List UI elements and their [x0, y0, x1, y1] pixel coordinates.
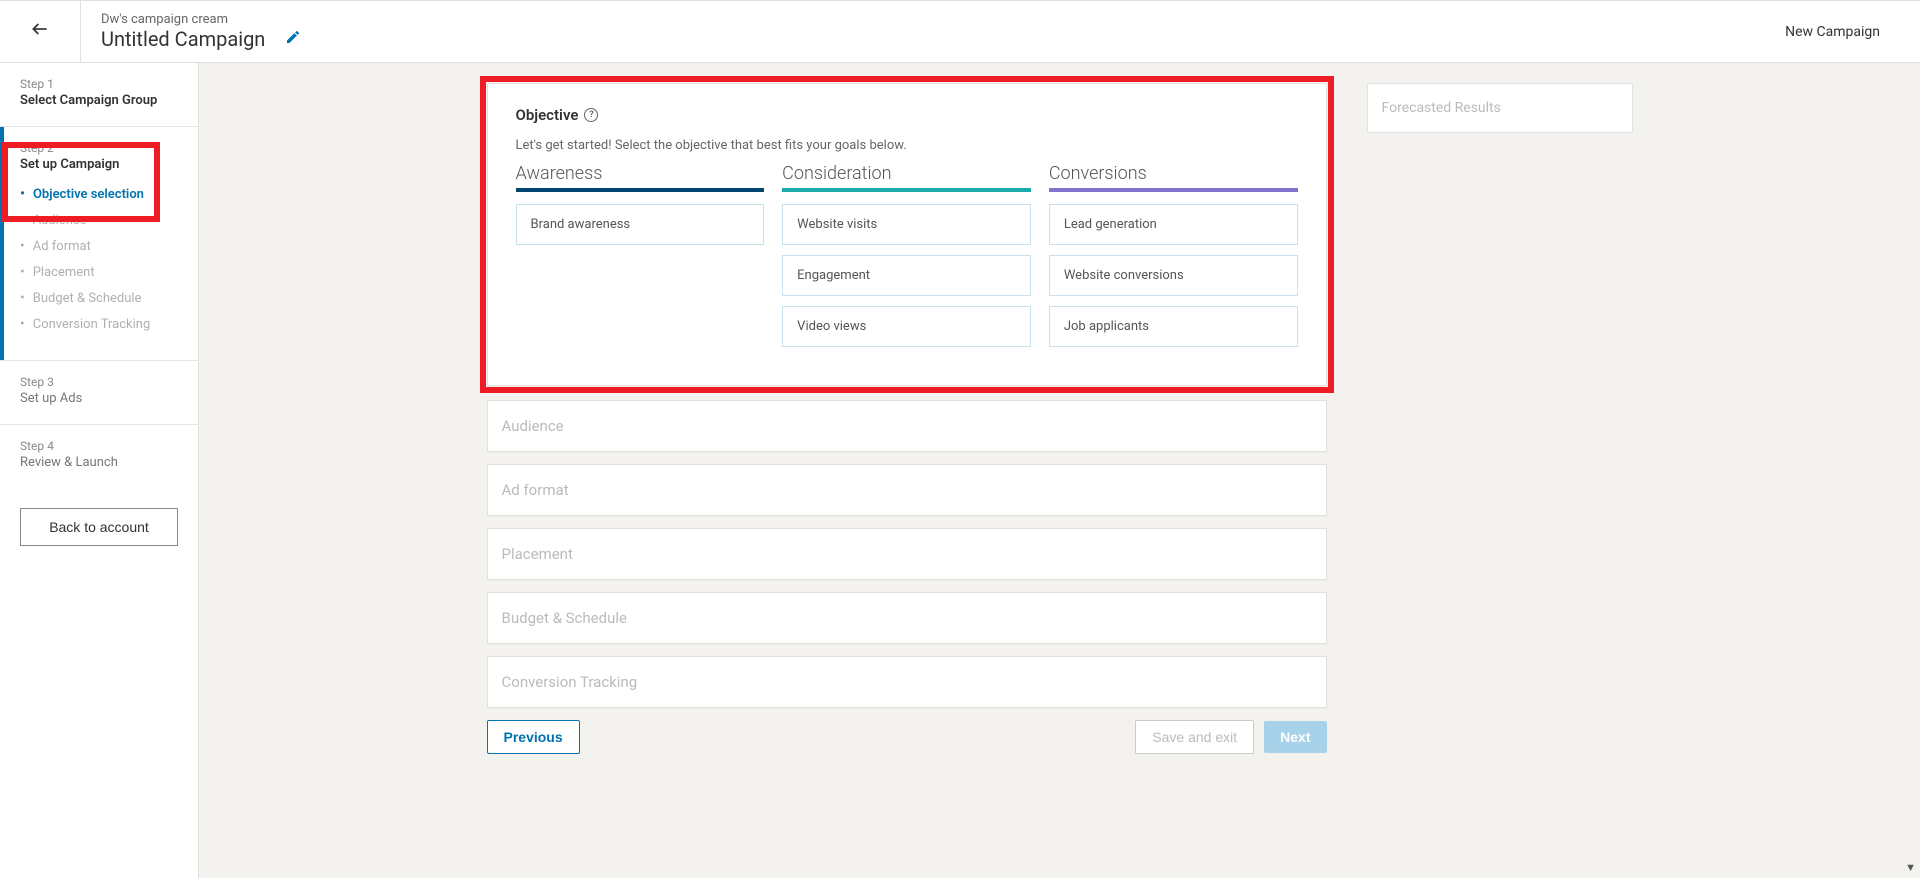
- sidebar-step-2[interactable]: Step 2 Set up Campaign Objective selecti…: [0, 127, 198, 361]
- conversions-column: Conversions Lead generation Website conv…: [1049, 163, 1298, 357]
- next-button[interactable]: Next: [1264, 721, 1326, 753]
- back-to-account-button[interactable]: Back to account: [20, 508, 178, 546]
- awareness-title: Awareness: [516, 163, 765, 184]
- awareness-bar: [516, 188, 765, 192]
- substep-conversion-tracking[interactable]: Conversion Tracking: [20, 316, 178, 332]
- step-title: Set up Campaign: [20, 157, 178, 172]
- objective-card: Objective ? Let's get started! Select th…: [487, 83, 1327, 386]
- option-job-applicants[interactable]: Job applicants: [1049, 306, 1298, 347]
- option-engagement[interactable]: Engagement: [782, 255, 1031, 296]
- ad-format-section[interactable]: Ad format: [487, 464, 1327, 516]
- scroll-down-caret-icon[interactable]: ▼: [1905, 861, 1916, 874]
- forecast-title: Forecasted Results: [1382, 100, 1501, 116]
- sidebar-step-4[interactable]: Step 4 Review & Launch: [0, 425, 198, 488]
- campaign-name: Untitled Campaign: [101, 27, 265, 51]
- forecasted-results-card[interactable]: Forecasted Results: [1367, 83, 1633, 133]
- option-website-visits[interactable]: Website visits: [782, 204, 1031, 245]
- bottom-actions: Previous Save and exit Next: [487, 720, 1327, 754]
- sidebar-step-3[interactable]: Step 3 Set up Ads: [0, 361, 198, 425]
- new-campaign-label: New Campaign: [1785, 24, 1880, 40]
- top-bar: Dw's campaign cream Untitled Campaign Ne…: [0, 0, 1920, 63]
- budget-schedule-section[interactable]: Budget & Schedule: [487, 592, 1327, 644]
- step-number: Step 2: [20, 141, 178, 155]
- substep-ad-format[interactable]: Ad format: [20, 238, 178, 254]
- substep-audience[interactable]: Audience: [20, 212, 178, 228]
- substep-objective-selection[interactable]: Objective selection: [20, 186, 178, 202]
- objective-subtitle: Let's get started! Select the objective …: [516, 138, 1298, 153]
- conversions-bar: [1049, 188, 1298, 192]
- option-video-views[interactable]: Video views: [782, 306, 1031, 347]
- awareness-column: Awareness Brand awareness: [516, 163, 765, 357]
- step-title: Review & Launch: [20, 455, 178, 470]
- consideration-column: Consideration Website visits Engagement …: [782, 163, 1031, 357]
- campaign-group-name[interactable]: Dw's campaign cream: [101, 12, 301, 27]
- consideration-title: Consideration: [782, 163, 1031, 184]
- previous-button[interactable]: Previous: [487, 720, 580, 754]
- audience-section[interactable]: Audience: [487, 400, 1327, 452]
- step-title: Set up Ads: [20, 391, 178, 406]
- title-block: Dw's campaign cream Untitled Campaign: [101, 12, 301, 51]
- objective-title: Objective: [516, 106, 579, 124]
- conversion-tracking-section[interactable]: Conversion Tracking: [487, 656, 1327, 708]
- back-arrow-icon[interactable]: [20, 19, 60, 45]
- substep-placement[interactable]: Placement: [20, 264, 178, 280]
- option-brand-awareness[interactable]: Brand awareness: [516, 204, 765, 245]
- option-website-conversions[interactable]: Website conversions: [1049, 255, 1298, 296]
- conversions-title: Conversions: [1049, 163, 1298, 184]
- sidebar-step-1[interactable]: Step 1 Select Campaign Group: [0, 63, 198, 127]
- step-number: Step 3: [20, 375, 178, 389]
- option-lead-generation[interactable]: Lead generation: [1049, 204, 1298, 245]
- edit-pencil-icon[interactable]: [285, 29, 301, 49]
- save-and-exit-button[interactable]: Save and exit: [1135, 720, 1254, 754]
- step-number: Step 4: [20, 439, 178, 453]
- help-icon[interactable]: ?: [584, 108, 598, 122]
- main-scroll[interactable]: Objective ? Let's get started! Select th…: [199, 63, 1920, 878]
- step-number: Step 1: [20, 77, 178, 91]
- divider: [80, 1, 81, 62]
- step-title: Select Campaign Group: [20, 93, 178, 108]
- substep-budget-schedule[interactable]: Budget & Schedule: [20, 290, 178, 306]
- placement-section[interactable]: Placement: [487, 528, 1327, 580]
- consideration-bar: [782, 188, 1031, 192]
- sidebar: Step 1 Select Campaign Group Step 2 Set …: [0, 63, 199, 878]
